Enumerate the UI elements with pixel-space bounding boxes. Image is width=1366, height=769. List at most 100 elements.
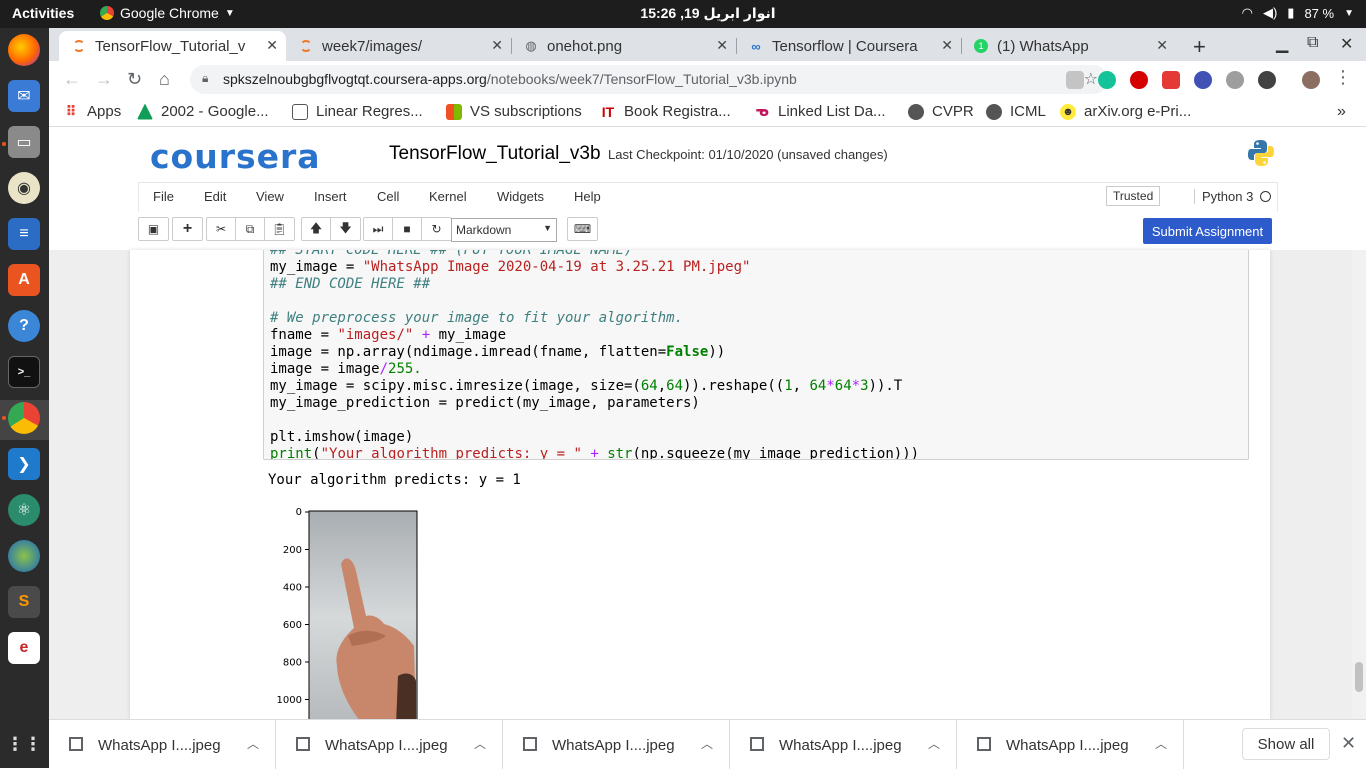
restart-icon[interactable]: ↻ [422, 218, 451, 240]
menu-kernel[interactable]: Kernel [429, 189, 467, 204]
menu-edit[interactable]: Edit [204, 189, 226, 204]
back-arrow-icon[interactable]: ← [63, 69, 81, 90]
tab-onehot[interactable]: ◍ onehot.png ✕ [511, 31, 736, 61]
home-icon[interactable]: ⌂ [159, 69, 170, 90]
code-line: plt.imshow(image) [270, 429, 414, 445]
tab-coursera[interactable]: ∞ Tensorflow | Coursera ✕ [736, 31, 961, 61]
minimize-icon[interactable]: ▁ [1276, 34, 1288, 54]
restore-icon[interactable]: ⧉ [1307, 34, 1318, 52]
address-bar[interactable]: 🔒︎ spkszelnoubgbgflvogtqt.coursera-apps.… [190, 65, 1108, 94]
page-scrollbar[interactable] [1352, 250, 1366, 719]
menu-help[interactable]: Help [574, 189, 601, 204]
bookmark-google-drive[interactable]: 2002 - Google... [137, 103, 269, 120]
menu-cell[interactable]: Cell [377, 189, 399, 204]
adblock-icon[interactable] [1130, 71, 1148, 89]
close-icon[interactable]: ✕ [941, 37, 953, 54]
terminal-icon[interactable]: >_ [8, 356, 40, 388]
chrome-icon[interactable] [8, 402, 40, 434]
software-center-icon[interactable]: A [8, 264, 40, 296]
reload-icon[interactable]: ↻ [127, 69, 142, 90]
download-item[interactable]: WhatsApp I....jpeg ︿ [957, 720, 1184, 769]
new-tab-button[interactable]: + [1193, 34, 1206, 60]
help-icon[interactable]: ? [8, 310, 40, 342]
chevron-up-icon[interactable]: ︿ [701, 735, 713, 752]
chevron-up-icon[interactable]: ︿ [247, 735, 259, 752]
bookmark-book-registration[interactable]: IT Book Registra... [600, 103, 731, 120]
show-apps-icon[interactable]: ⋮⋮ [6, 728, 42, 760]
save-icon[interactable]: ▣ [139, 218, 168, 240]
rhythmbox-icon[interactable]: ◉ [8, 172, 40, 204]
keyboard-icon[interactable]: ⌨ [568, 218, 597, 240]
close-window-icon[interactable]: ✕ [1340, 34, 1353, 54]
kebab-menu-icon[interactable]: ⋮ [1334, 67, 1352, 88]
tab-week7-images[interactable]: week7/images/ ✕ [286, 31, 511, 61]
forward-arrow-icon[interactable]: → [95, 69, 113, 90]
firefox-icon[interactable] [8, 34, 40, 66]
submit-assignment-button[interactable]: Submit Assignment [1143, 218, 1272, 244]
coursera-logo[interactable]: coursera [150, 137, 321, 176]
show-all-button[interactable]: Show all [1242, 728, 1330, 760]
tab-whatsapp[interactable]: 1 (1) WhatsApp ✕ [961, 31, 1176, 61]
globe-icon[interactable] [8, 540, 40, 572]
system-tray[interactable]: ◠ ◀) ▮ 87 % ▼ [1242, 5, 1354, 21]
atom-icon[interactable]: ⚛ [8, 494, 40, 526]
document-viewer-icon[interactable]: e [8, 632, 40, 664]
copy-icon[interactable]: ⧉ [236, 218, 265, 240]
menu-insert[interactable]: Insert [314, 189, 347, 204]
bookmark-vs-subscriptions[interactable]: VS subscriptions [446, 103, 582, 120]
download-item[interactable]: WhatsApp I....jpeg ︿ [730, 720, 957, 769]
close-icon[interactable]: ✕ [1341, 733, 1356, 754]
files-icon[interactable]: ▭ [8, 126, 40, 158]
arrow-down-icon[interactable]: 🡇 [331, 218, 360, 240]
scrollbar-thumb[interactable] [1355, 662, 1363, 692]
writer-icon[interactable]: ≡ [8, 218, 40, 250]
tab-tensorflow-tutorial[interactable]: TensorFlow_Tutorial_v ✕ [59, 31, 286, 61]
stop-icon[interactable]: ■ [393, 218, 422, 240]
avatar[interactable] [1302, 71, 1320, 89]
vscode-icon[interactable]: ❯ [8, 448, 40, 480]
chevron-up-icon[interactable]: ︿ [474, 735, 486, 752]
grammarly-icon[interactable] [1098, 71, 1116, 89]
extension-icon[interactable] [1066, 71, 1084, 89]
menu-widgets[interactable]: Widgets [497, 189, 544, 204]
drive-icon [137, 103, 153, 120]
scissors-icon[interactable]: ✂ [207, 218, 236, 240]
cloud-extension-icon[interactable] [1226, 71, 1244, 89]
notebook-title[interactable]: TensorFlow_Tutorial_v3b [389, 143, 601, 165]
bookmark-cvpr[interactable]: CVPR [908, 103, 974, 120]
menu-view[interactable]: View [256, 189, 284, 204]
y-tick-label: 1000 [277, 695, 302, 706]
kernel-name[interactable]: Python 3 [1194, 189, 1253, 204]
chevron-up-icon[interactable]: ︿ [1155, 735, 1167, 752]
more-bookmarks-icon[interactable]: » [1337, 103, 1346, 121]
bookmark-apps[interactable]: ⠿ Apps [63, 103, 122, 120]
download-item[interactable]: WhatsApp I....jpeg ︿ [276, 720, 503, 769]
rocket-extension-icon[interactable] [1194, 71, 1212, 89]
download-item[interactable]: WhatsApp I....jpeg ︿ [503, 720, 730, 769]
paste-icon[interactable]: 📋︎ [265, 218, 294, 240]
bookmark-star-icon[interactable]: ☆ [1084, 69, 1098, 89]
circle-extension-icon[interactable] [1258, 71, 1276, 89]
close-icon[interactable]: ✕ [1156, 37, 1168, 54]
thunderbird-icon[interactable]: ✉ [8, 80, 40, 112]
menu-file[interactable]: File [153, 189, 174, 204]
close-icon[interactable]: ✕ [716, 37, 728, 54]
run-step-icon[interactable]: ⏭ [364, 218, 393, 240]
plus-icon[interactable]: + [173, 218, 202, 240]
code-cell[interactable]: ## START CODE HERE ## (PUT YOUR IMAGE NA… [263, 250, 1249, 460]
bookmark-linked-list[interactable]: ᓀ Linked List Da... [754, 103, 885, 120]
bookmark-icml[interactable]: ICML [986, 103, 1046, 120]
download-item[interactable]: WhatsApp I....jpeg ︿ [49, 720, 276, 769]
arrow-up-icon[interactable]: 🡅 [302, 218, 331, 240]
cell-type-select[interactable]: Markdown ▼ [451, 218, 557, 242]
close-icon[interactable]: ✕ [491, 37, 503, 54]
clock[interactable]: انوار ابریل 19, 15:26 [0, 5, 1366, 22]
percent-extension-icon[interactable] [1162, 71, 1180, 89]
sublime-icon[interactable]: S [8, 586, 40, 618]
trusted-indicator[interactable]: Trusted [1106, 186, 1161, 206]
bookmark-arxiv[interactable]: ☻ arXiv.org e-Pri... [1060, 103, 1191, 120]
bookmark-linear-regression[interactable]: Linear Regres... [292, 103, 423, 120]
close-icon[interactable]: ✕ [266, 37, 278, 54]
code-string: "images/" [337, 327, 414, 343]
chevron-up-icon[interactable]: ︿ [928, 735, 940, 752]
